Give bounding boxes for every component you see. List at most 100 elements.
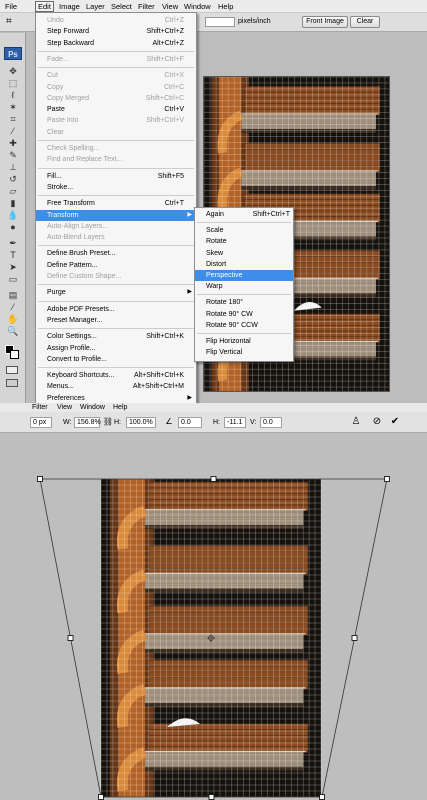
menu-item-define-brush-preset[interactable]: Define Brush Preset... <box>36 248 196 259</box>
resolution-field[interactable] <box>205 17 235 27</box>
menu-item-label: Find and Replace Text... <box>47 156 123 164</box>
menu-layer[interactable]: Layer <box>84 2 107 11</box>
menu-item-perspective[interactable]: Perspective <box>195 270 293 282</box>
menu-item-label: Rotate 90° CW <box>206 310 253 318</box>
menu-item-free-transform[interactable]: Free Transform Ctrl+T <box>36 198 196 209</box>
transform-handle[interactable] <box>384 476 390 482</box>
balcony-slab <box>241 171 377 187</box>
marquee-tool-icon[interactable]: ⬚ <box>7 78 19 88</box>
menu-item-label: Convert to Profile... <box>47 355 107 363</box>
brush-tool-icon[interactable]: ✎ <box>7 150 19 160</box>
crop-tool-icon[interactable]: ⌗ <box>6 16 12 27</box>
crop-tool-icon[interactable]: ⌗ <box>7 114 19 124</box>
menu-item-label: Define Pattern... <box>47 261 98 269</box>
clear-button[interactable]: Clear <box>350 16 380 28</box>
gradient-tool-icon[interactable]: ▮ <box>7 198 19 208</box>
quick-mask-icon[interactable] <box>6 366 18 374</box>
hand-tool-icon[interactable]: ✋ <box>7 314 19 324</box>
menu-item-fill[interactable]: Fill... Shift+F5 <box>36 171 196 182</box>
menu-item-label: Stroke... <box>47 183 74 191</box>
menu-item-paste[interactable]: Paste Ctrl+V <box>36 104 196 115</box>
balcony-slab <box>241 114 377 130</box>
menu-item-color-settings[interactable]: Color Settings... Shift+Ctrl+K <box>36 331 196 342</box>
menu-item-label: Clear <box>47 128 64 136</box>
transform-handle[interactable] <box>37 476 43 482</box>
brick-wall <box>149 723 308 753</box>
menu-item-step-backward[interactable]: Step Backward Alt+Ctrl+Z <box>36 38 196 49</box>
front-image-button[interactable]: Front Image <box>302 16 348 28</box>
transform-handle[interactable] <box>319 794 325 800</box>
menu-separator <box>197 222 291 224</box>
balcony-shadow <box>145 703 304 708</box>
menu-item-rotate-180[interactable]: Rotate 180° <box>195 297 293 308</box>
lasso-tool-icon[interactable]: ℓ <box>7 90 19 100</box>
blur-tool-icon[interactable]: 💧 <box>7 210 19 220</box>
menu-item-step-forward[interactable]: Step Forward Shift+Ctrl+Z <box>36 26 196 37</box>
menu-item-menus[interactable]: Menus... Alt+Shift+Ctrl+M <box>36 381 196 392</box>
menu-item-flip-vertical[interactable]: Flip Vertical <box>195 347 293 358</box>
transform-handle[interactable] <box>351 635 358 641</box>
menu-item-label: Auto-Align Layers... <box>47 222 109 230</box>
menu-item-distort[interactable]: Distort <box>195 259 293 270</box>
dodge-tool-icon[interactable]: ● <box>7 222 19 232</box>
menu-separator <box>38 284 194 286</box>
menu-item-again[interactable]: Again Shift+Ctrl+T <box>195 209 293 220</box>
menu-item-rotate-90-cw[interactable]: Rotate 90° CW <box>195 309 293 320</box>
menu-item-label: Flip Vertical <box>206 349 243 357</box>
menu-item-label: Again <box>206 211 224 218</box>
zoom-tool-icon[interactable]: 🔍 <box>7 326 19 336</box>
healing-brush-icon[interactable]: ✚ <box>7 138 19 148</box>
menu-item-preset-manager[interactable]: Preset Manager... <box>36 315 196 326</box>
menu-item-transform[interactable]: Transform ▶ <box>36 209 196 221</box>
move-tool-icon[interactable]: ✥ <box>7 66 19 76</box>
menu-item-rotate[interactable]: Rotate <box>195 236 293 247</box>
menu-item-scale[interactable]: Scale <box>195 225 293 236</box>
perspective-transform-canvas[interactable] <box>0 403 427 800</box>
transform-handle[interactable] <box>98 794 104 800</box>
menu-item-flip-horizontal[interactable]: Flip Horizontal <box>195 336 293 347</box>
slice-tool-icon[interactable]: ⁄ <box>7 126 19 136</box>
menu-item-define-pattern[interactable]: Define Pattern... <box>36 260 196 271</box>
menu-item-rotate-90-ccw[interactable]: Rotate 90° CCW <box>195 320 293 331</box>
menu-item-label: Purge <box>47 289 66 297</box>
menu-view[interactable]: View <box>160 2 180 11</box>
menu-image[interactable]: Image <box>57 2 82 11</box>
menu-select[interactable]: Select <box>109 2 134 11</box>
eraser-tool-icon[interactable]: ▱ <box>7 186 19 196</box>
eyedropper-tool-icon[interactable]: ⁄ <box>7 302 19 312</box>
screen-mode-icon[interactable] <box>6 379 18 387</box>
menu-item-convert-to-profile[interactable]: Convert to Profile... <box>36 354 196 365</box>
type-tool-icon[interactable]: T <box>7 250 19 260</box>
transform-handle[interactable] <box>67 635 74 641</box>
clone-stamp-icon[interactable]: ⊥ <box>7 162 19 172</box>
menu-item-assign-profile[interactable]: Assign Profile... <box>36 343 196 354</box>
menu-item-label: Free Transform <box>47 200 95 208</box>
menu-help[interactable]: Help <box>216 2 235 11</box>
menu-item-paste-into: Paste Into Shift+Ctrl+V <box>36 115 196 126</box>
menu-window[interactable]: Window <box>182 2 213 11</box>
magic-wand-tool-icon[interactable]: ✶ <box>7 102 19 112</box>
history-brush-icon[interactable]: ↺ <box>7 174 19 184</box>
shape-tool-icon[interactable]: ▭ <box>7 274 19 284</box>
transform-handle[interactable] <box>210 476 217 482</box>
pen-tool-icon[interactable]: ✒ <box>7 238 19 248</box>
units-select[interactable]: pixels/inch <box>238 18 271 25</box>
menu-item-stroke[interactable]: Stroke... <box>36 182 196 193</box>
menu-item-undo: Undo Ctrl+Z <box>36 15 196 26</box>
menu-item-keyboard-shortcuts[interactable]: Keyboard Shortcuts... Alt+Shift+Ctrl+K <box>36 370 196 381</box>
menu-file[interactable]: File <box>3 2 19 11</box>
menu-filter[interactable]: Filter <box>136 2 157 11</box>
menu-item-preferences[interactable]: Preferences ▶ <box>36 393 196 403</box>
menu-item-purge[interactable]: Purge ▶ <box>36 287 196 298</box>
menu-item-skew[interactable]: Skew <box>195 248 293 259</box>
menu-item-label: Skew <box>206 249 224 257</box>
menu-item-adobe-pdf-presets[interactable]: Adobe PDF Presets... <box>36 304 196 315</box>
menu-item-shortcut: Ctrl+T <box>164 200 184 208</box>
path-selection-icon[interactable]: ➤ <box>7 262 19 272</box>
transform-handle[interactable] <box>208 794 215 800</box>
notes-tool-icon[interactable]: ▤ <box>7 290 19 300</box>
menu-edit[interactable]: Edit <box>35 1 54 12</box>
menu-item-label: Perspective <box>206 272 243 279</box>
background-color-swatch[interactable] <box>10 350 19 359</box>
menu-item-warp[interactable]: Warp <box>195 281 293 292</box>
